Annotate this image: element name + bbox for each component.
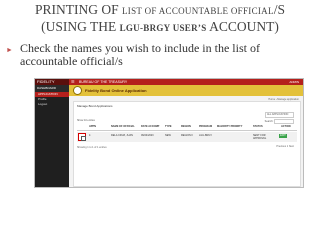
applications-card: Manage Bond Applications ALL APPLICATION… xyxy=(73,101,301,187)
col-header[interactable]: APPN xyxy=(89,125,96,128)
menu-icon[interactable]: ☰ xyxy=(71,80,75,84)
title-text: PRINTING OF xyxy=(34,2,119,17)
col-header[interactable]: TYPE xyxy=(165,125,172,128)
edit-button[interactable]: EDIT xyxy=(279,134,287,138)
cell-status: SENT FOR APPROVAL xyxy=(253,134,267,140)
sidebar: DASHBOARD APPLICATION Profile Logout xyxy=(35,85,69,187)
cell-date: 09/24/2023 xyxy=(141,134,154,137)
table-header: APPN NAME OF OFFICIAL DATE ACCOMP TYPE R… xyxy=(77,124,297,131)
checkbox-box xyxy=(80,135,86,141)
sidebar-item-logout[interactable]: Logout xyxy=(35,102,69,107)
col-header[interactable]: DATE ACCOMP xyxy=(141,125,159,128)
cell-program: LGU-BRGY xyxy=(199,134,213,137)
cell-region: REGION II xyxy=(181,134,193,137)
col-header[interactable]: ACTION xyxy=(281,125,291,128)
slide-title: PRINTING OF LIST OF ACCOUNTABLE OFFICIAL… xyxy=(0,2,320,36)
cell-appn: 4 xyxy=(89,134,91,137)
bullet-icon: ► xyxy=(6,46,13,54)
title-text: /S xyxy=(273,2,286,17)
card-title: Manage Bond Applications xyxy=(77,104,113,108)
title-line-1: PRINTING OF LIST OF ACCOUNTABLE OFFICIAL… xyxy=(0,2,320,19)
title-line-2: (USING THE LGU-BRGY USER’S ACCOUNT) xyxy=(0,19,320,36)
app-screenshot: FIDELITY ☰ BUREAU OF THE TREASURY ADMIN … xyxy=(34,78,304,188)
banner-title: Fidelity Bond Online Application xyxy=(85,88,147,93)
title-text: LIST OF ACCOUNTABLE OFFICIAL xyxy=(121,6,274,16)
banner: Fidelity Bond Online Application xyxy=(69,85,303,96)
cell-type: NEW xyxy=(165,134,171,137)
filter-select[interactable]: ALL APPLICATION xyxy=(265,112,294,118)
search-label: Search: xyxy=(264,120,274,124)
col-header[interactable]: STATUS xyxy=(253,125,263,128)
seal-icon xyxy=(73,86,82,95)
col-header[interactable]: NAME OF OFFICIAL xyxy=(111,125,135,128)
cell-name: DELA CRUZ, JUAN xyxy=(111,134,133,137)
title-text: ACCOUNT) xyxy=(209,19,279,34)
table-row: 4 DELA CRUZ, JUAN 09/24/2023 NEW REGION … xyxy=(77,132,297,142)
entries-length[interactable]: Show 10 entries xyxy=(77,119,95,122)
row-checkbox[interactable] xyxy=(78,133,86,141)
col-header[interactable]: PROGRAM xyxy=(199,125,212,128)
bullet-text: Check the names you wish to include in t… xyxy=(20,41,260,68)
col-header[interactable]: MAJORITY PRIORITY xyxy=(217,125,242,128)
pagination[interactable]: Previous 1 Next xyxy=(276,145,294,148)
sidebar-header[interactable]: DASHBOARD xyxy=(35,85,69,92)
col-header[interactable]: REGION xyxy=(181,125,191,128)
table-info: Showing 1 to 1 of 1 entries xyxy=(77,146,107,149)
title-text: LGU-BRGY USER’S xyxy=(119,23,207,33)
title-text: (USING THE xyxy=(41,19,117,34)
